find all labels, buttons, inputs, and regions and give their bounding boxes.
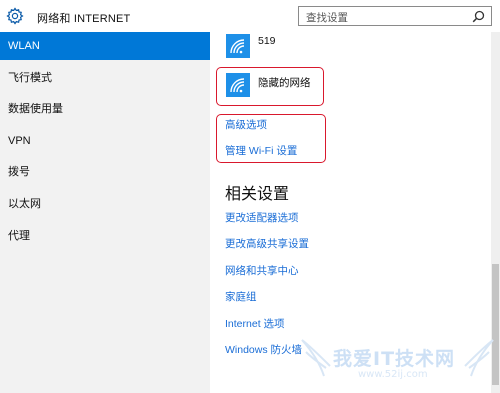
internet-options-link[interactable]: Internet 选项 [225,316,285,331]
sidebar-item-proxy[interactable]: 代理 [0,222,210,250]
wifi-icon[interactable] [226,34,250,58]
advanced-options-link[interactable]: 高级选项 [225,117,267,132]
sidebar: WLAN 飞行模式 数据使用量 VPN 拨号 以太网 代理 [0,32,210,393]
sidebar-item-dialup[interactable]: 拨号 [0,158,210,186]
related-settings-title: 相关设置 [225,186,290,203]
wifi-icon[interactable] [226,73,250,97]
scrollbar[interactable] [491,32,500,393]
main-panel: 519 隐藏的网络 高级选项 管理 Wi-Fi 设置 相关设置 更改适配器选项 … [210,32,500,393]
scrollbar-thumb[interactable] [492,264,499,385]
page-title: 网络和 INTERNET [37,13,131,25]
search-placeholder: 查找设置 [306,12,348,24]
sidebar-item-wlan[interactable]: WLAN [0,32,210,60]
network-name-519[interactable]: 519 [258,35,276,47]
sidebar-item-airplane-mode[interactable]: 飞行模式 [0,64,210,92]
network-name-hidden[interactable]: 隐藏的网络 [258,75,311,90]
homegroup-link[interactable]: 家庭组 [225,289,257,304]
change-advanced-sharing-link[interactable]: 更改高级共享设置 [225,236,309,251]
search-input[interactable]: 查找设置 [298,6,492,26]
sidebar-item-vpn[interactable]: VPN [0,127,210,155]
windows-firewall-link[interactable]: Windows 防火墙 [225,342,302,357]
gear-icon[interactable] [6,7,24,25]
network-sharing-center-link[interactable]: 网络和共享中心 [225,263,299,278]
search-icon[interactable] [472,10,485,23]
sidebar-item-data-usage[interactable]: 数据使用量 [0,95,210,123]
header-bar: 网络和 INTERNET 查找设置 [0,0,500,32]
sidebar-item-ethernet[interactable]: 以太网 [0,190,210,218]
manage-wifi-settings-link[interactable]: 管理 Wi-Fi 设置 [225,143,297,158]
change-adapter-options-link[interactable]: 更改适配器选项 [225,210,299,225]
